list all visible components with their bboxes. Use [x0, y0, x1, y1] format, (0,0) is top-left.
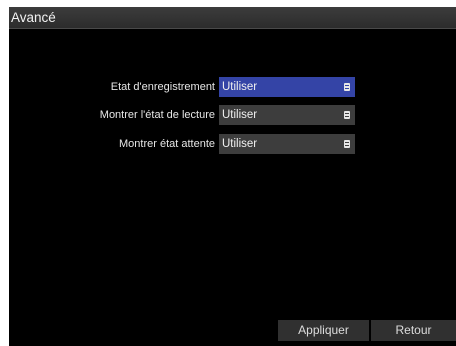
setting-row-standby-state: Montrer état attente Utiliser [9, 134, 456, 154]
setting-label-playback-state: Montrer l'état de lecture [99, 109, 215, 121]
window-title: Avancé [11, 10, 56, 25]
setting-label-recording-state: Etat d'enregistrement [110, 81, 215, 93]
dropdown-icon [344, 83, 350, 91]
apply-button[interactable]: Appliquer [278, 320, 369, 341]
dropdown-icon [344, 140, 350, 148]
recording-state-select[interactable]: Utiliser [219, 77, 355, 97]
title-bar: Avancé [9, 7, 456, 29]
setting-label-standby-state: Montrer état attente [119, 138, 215, 150]
setting-row-recording-state: Etat d'enregistrement Utiliser [9, 77, 456, 97]
settings-window: Avancé Etat d'enregistrement Utiliser Mo… [9, 7, 456, 346]
playback-state-select[interactable]: Utiliser [219, 105, 355, 125]
setting-row-playback-state: Montrer l'état de lecture Utiliser [9, 105, 456, 125]
dropdown-icon [344, 111, 350, 119]
recording-state-value: Utiliser [222, 81, 258, 93]
back-button[interactable]: Retour [371, 320, 456, 341]
standby-state-select[interactable]: Utiliser [219, 134, 355, 154]
playback-state-value: Utiliser [222, 109, 258, 121]
standby-state-value: Utiliser [222, 138, 258, 150]
